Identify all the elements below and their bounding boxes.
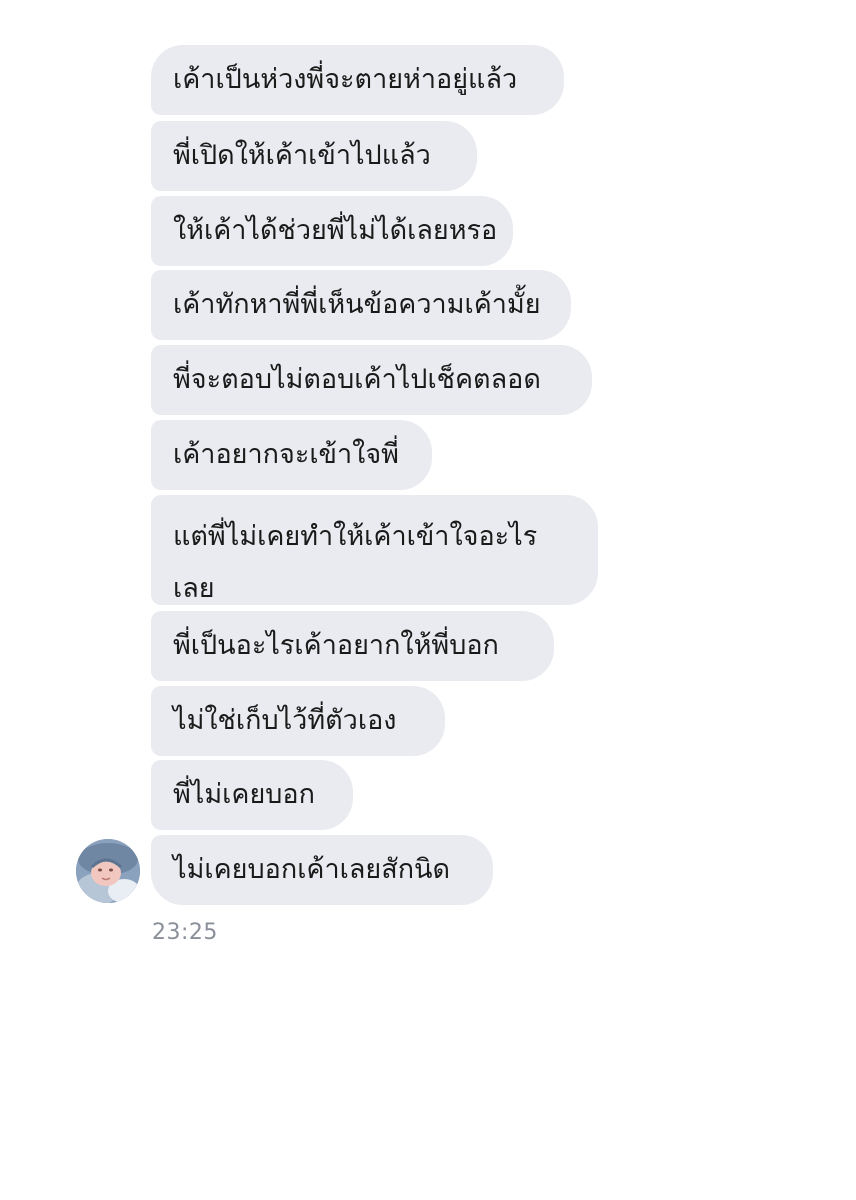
- message-bubble[interactable]: เค้าทักหาพี่พี่เห็นข้อความเค้ามั้ย: [151, 270, 571, 340]
- profile-avatar-icon: [76, 839, 140, 903]
- message-bubble[interactable]: พี่จะตอบไม่ตอบเค้าไปเช็คตลอด: [151, 345, 592, 415]
- message-bubble[interactable]: ไม่ใช่เก็บไว้ที่ตัวเอง: [151, 686, 445, 756]
- message-bubble[interactable]: พี่เปิดให้เค้าเข้าไปแล้ว: [151, 121, 477, 191]
- message-text: ไม่ใช่เก็บไว้ที่ตัวเอง: [173, 705, 397, 736]
- message-text: พี่จะตอบไม่ตอบเค้าไปเช็คตลอด: [173, 364, 541, 395]
- message-bubble[interactable]: พี่ไม่เคยบอก: [151, 760, 353, 830]
- message-text: พี่ไม่เคยบอก: [173, 779, 315, 810]
- message-bubble[interactable]: ไม่เคยบอกเค้าเลยสักนิด: [151, 835, 493, 905]
- message-bubble[interactable]: เค้าอยากจะเข้าใจพี่: [151, 420, 432, 490]
- message-timestamp: 23:25: [152, 920, 218, 945]
- message-text: ให้เค้าได้ช่วยพี่ไม่ได้เลยหรอ: [173, 215, 498, 246]
- message-text: พี่เปิดให้เค้าเข้าไปแล้ว: [173, 140, 431, 171]
- message-bubble[interactable]: เค้าเป็นห่วงพี่จะตายห่าอยู่แล้ว: [151, 45, 564, 115]
- chat-thread: เค้าเป็นห่วงพี่จะตายห่าอยู่แล้ว พี่เปิดใ…: [0, 0, 856, 1200]
- sender-avatar[interactable]: [76, 839, 140, 903]
- message-text: แต่พี่ไม่เคยทำให้เค้าเข้าใจอะไร เลย: [173, 521, 538, 604]
- message-text: เค้าอยากจะเข้าใจพี่: [173, 439, 399, 470]
- message-text: ไม่เคยบอกเค้าเลยสักนิด: [173, 854, 451, 885]
- message-text: พี่เป็นอะไรเค้าอยากให้พี่บอก: [173, 630, 499, 661]
- message-bubble[interactable]: พี่เป็นอะไรเค้าอยากให้พี่บอก: [151, 611, 554, 681]
- message-text: เค้าทักหาพี่พี่เห็นข้อความเค้ามั้ย: [173, 289, 541, 320]
- message-bubble[interactable]: แต่พี่ไม่เคยทำให้เค้าเข้าใจอะไร เลย: [151, 495, 598, 605]
- message-bubble[interactable]: ให้เค้าได้ช่วยพี่ไม่ได้เลยหรอ: [151, 196, 513, 266]
- message-text: เค้าเป็นห่วงพี่จะตายห่าอยู่แล้ว: [173, 64, 518, 95]
